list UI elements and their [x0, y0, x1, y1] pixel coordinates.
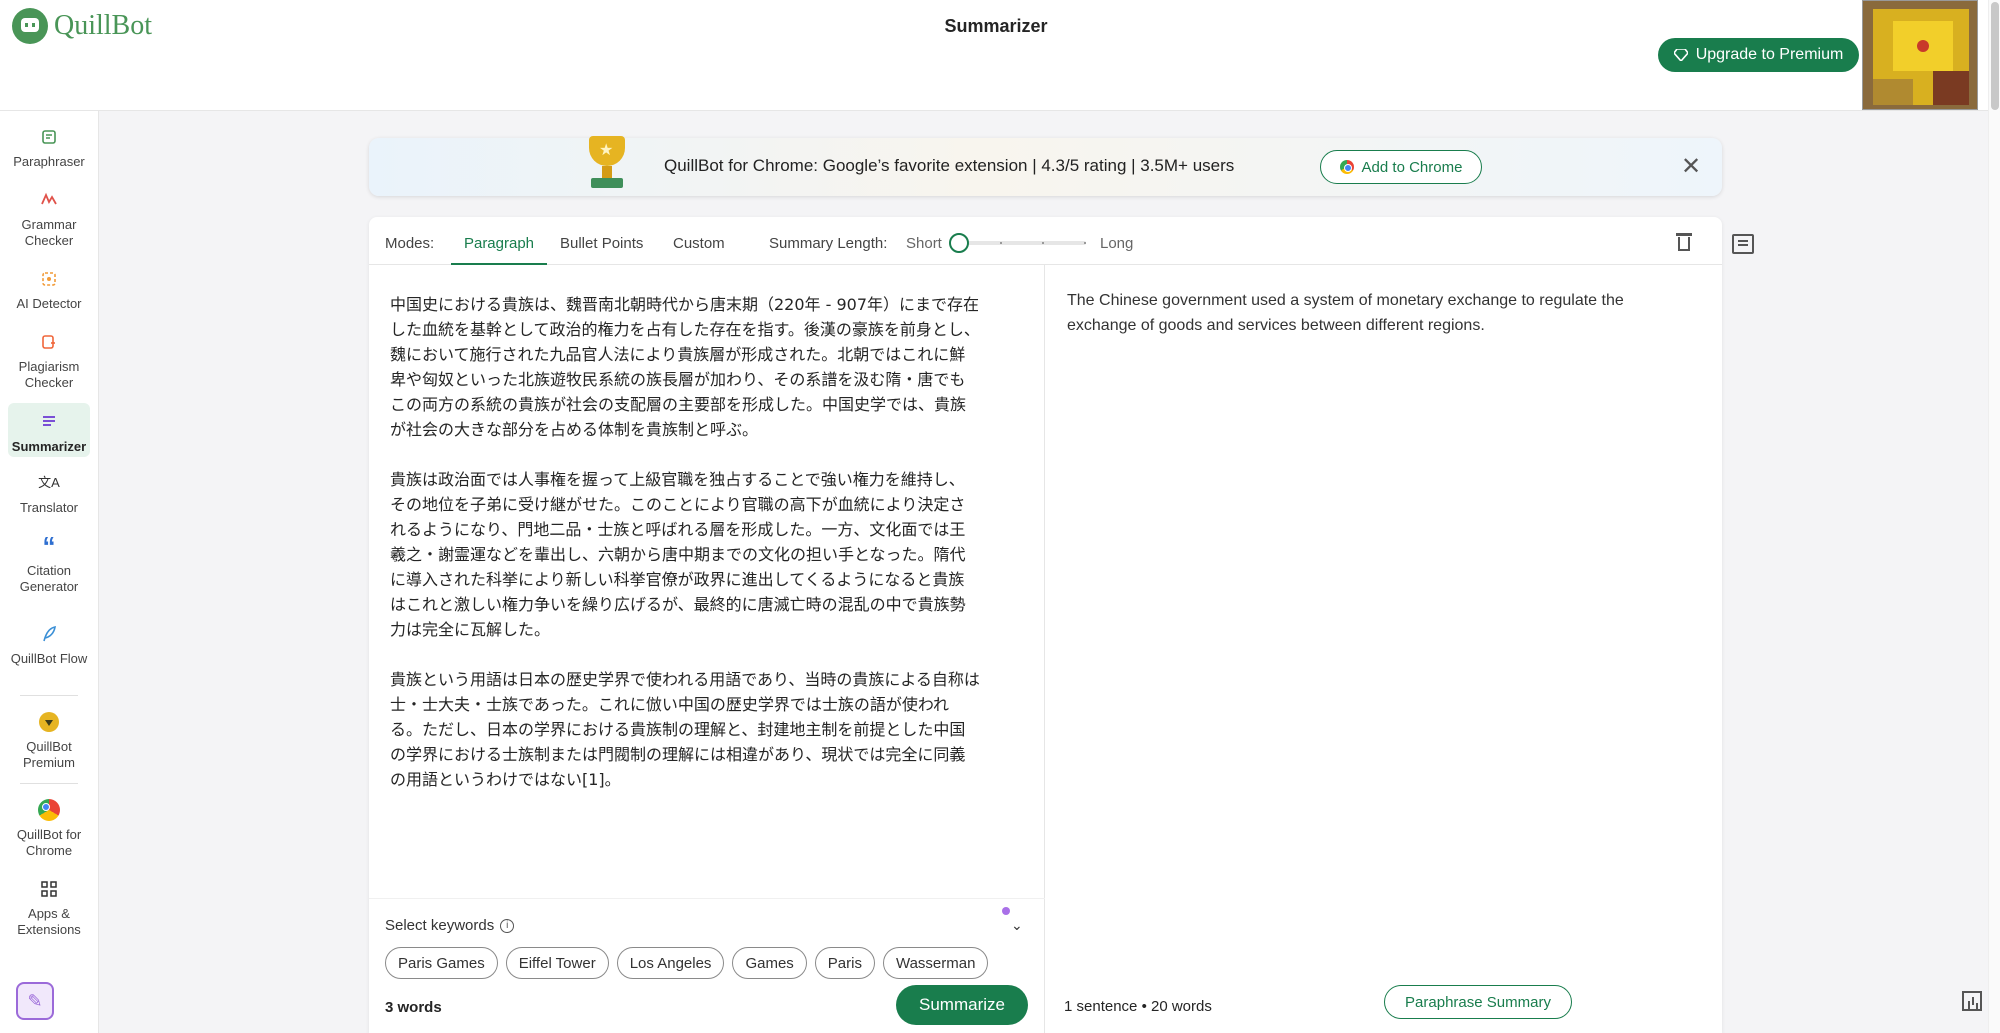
- banner-text: QuillBot for Chrome: Google’s favorite e…: [664, 156, 1235, 175]
- feather-icon: [38, 623, 60, 645]
- chrome-icon: [38, 799, 60, 821]
- sidebar-item-summarizer[interactable]: Summarizer: [8, 403, 90, 457]
- trophy-icon: [579, 132, 635, 192]
- paraphrase-summary-button[interactable]: Paraphrase Summary: [1384, 985, 1572, 1019]
- quote-icon: “: [42, 531, 56, 561]
- modes-label: Modes:: [385, 235, 435, 252]
- slider-handle[interactable]: [949, 233, 969, 253]
- sidebar-item-quillbot-premium[interactable]: QuillBot Premium: [8, 711, 90, 771]
- keyword-chip[interactable]: Games: [732, 947, 807, 979]
- sidebar-item-ai-detector[interactable]: AI Detector: [8, 268, 90, 312]
- input-pane[interactable]: 中国史における貴族は、魏晋南北朝時代から唐末期（220年 - 907年）にまで存…: [369, 265, 1045, 1033]
- comment-icon[interactable]: [1732, 234, 1754, 254]
- sidebar-item-label: QuillBot for Chrome: [16, 827, 82, 858]
- statistics-icon[interactable]: [1962, 991, 1982, 1011]
- add-to-chrome-label: Add to Chrome: [1361, 158, 1463, 176]
- input-paragraph: 貴族は政治面では人事権を握って上級官職を独占することで強い権力を維持し、その地位…: [390, 470, 966, 639]
- sentence-count: 1 sentence: [1064, 998, 1138, 1015]
- sidebar-item-citation-generator[interactable]: “ Citation Generator: [8, 531, 90, 595]
- tab-custom[interactable]: Custom: [673, 235, 725, 265]
- sidebar-item-label: Translator: [19, 500, 79, 515]
- ai-detector-icon: [38, 268, 60, 290]
- upgrade-premium-button[interactable]: Upgrade to Premium: [1658, 38, 1859, 72]
- chrome-extension-banner: QuillBot for Chrome: Google’s favorite e…: [369, 136, 1722, 196]
- sidebar-item-label: Citation Generator: [19, 563, 79, 594]
- paraphraser-icon: [38, 126, 60, 148]
- sidebar-divider: [20, 783, 78, 784]
- plagiarism-icon: [38, 331, 60, 353]
- summary-length-label: Summary Length:: [769, 235, 888, 252]
- sidebar-item-label: Grammar Checker: [21, 217, 77, 248]
- sidebar-divider: [20, 695, 78, 696]
- close-icon[interactable]: ✕: [1677, 152, 1705, 180]
- keyword-chip[interactable]: Wasserman: [882, 947, 989, 979]
- scrollbar[interactable]: [1988, 0, 2000, 1033]
- output-word-count: 20 words: [1150, 998, 1212, 1015]
- diamond-icon: [38, 711, 60, 733]
- output-stats: 1 sentence • 20 words: [1064, 998, 1212, 1015]
- summary-length-slider[interactable]: [960, 241, 1086, 245]
- summary-output[interactable]: The Chinese government used a system of …: [1067, 288, 1667, 338]
- avatar-image: [1863, 1, 1977, 109]
- chrome-icon: [1339, 160, 1354, 174]
- summarizer-card: Modes: Paragraph Bullet Points Custom Su…: [369, 217, 1982, 1033]
- keyword-chip[interactable]: Paris: [814, 947, 875, 979]
- grammar-icon: [38, 189, 60, 211]
- flow-shortcut-button[interactable]: ✎: [16, 982, 54, 1020]
- top-bar: QuillBot Summarizer Upgrade to Premium: [0, 0, 2000, 111]
- chevron-down-icon[interactable]: ⌄: [1011, 917, 1023, 934]
- sidebar-item-quillbot-flow[interactable]: QuillBot Flow: [8, 623, 90, 667]
- info-icon[interactable]: i: [500, 918, 515, 933]
- sidebar-item-label: QuillBot Premium: [22, 739, 75, 770]
- pen-icon: ✎: [27, 990, 43, 1011]
- keywords-title: Select keywords: [385, 917, 495, 934]
- length-long-label: Long: [1100, 235, 1134, 252]
- tab-paragraph[interactable]: Paragraph: [451, 235, 547, 265]
- avatar[interactable]: [1862, 0, 1978, 110]
- sidebar-item-label: AI Detector: [16, 296, 82, 311]
- sidebar-item-plagiarism-checker[interactable]: Plagiarism Checker: [8, 331, 90, 391]
- sidebar: Paraphraser Grammar Checker AI Detector …: [0, 111, 99, 1033]
- output-pane: The Chinese government used a system of …: [1046, 265, 1982, 1033]
- summarize-button[interactable]: Summarize: [896, 985, 1028, 1025]
- sidebar-item-quillbot-for-chrome[interactable]: QuillBot for Chrome: [8, 799, 90, 859]
- keyword-chips: Paris Games Eiffel Tower Los Angeles Gam…: [385, 947, 989, 979]
- length-short-label: Short: [906, 235, 942, 252]
- input-paragraph: 中国史における貴族は、魏晋南北朝時代から唐末期（220年 - 907年）にまで存…: [390, 295, 980, 439]
- input-text[interactable]: 中国史における貴族は、魏晋南北朝時代から唐末期（220年 - 907年）にまで存…: [390, 292, 980, 817]
- keyword-chip[interactable]: Eiffel Tower: [505, 947, 609, 979]
- select-keywords-toggle[interactable]: Select keywords i: [385, 917, 515, 934]
- diamond-icon: [1673, 49, 1688, 61]
- notification-dot: [1002, 907, 1010, 915]
- scrollbar-thumb[interactable]: [1991, 2, 1999, 110]
- keywords-section: Select keywords i ⌄ Paris Games Eiffel T…: [369, 898, 1045, 1033]
- sidebar-item-paraphraser[interactable]: Paraphraser: [8, 126, 90, 170]
- keyword-chip[interactable]: Los Angeles: [616, 947, 725, 979]
- modes-bar: Modes: Paragraph Bullet Points Custom Su…: [369, 217, 1722, 265]
- sidebar-item-label: Apps & Extensions: [17, 906, 81, 937]
- sidebar-item-apps-extensions[interactable]: Apps & Extensions: [8, 878, 90, 938]
- summarizer-icon: [38, 411, 60, 433]
- input-paragraph: 貴族という用語は日本の歴史学界で使われる用語であり、当時の貴族による自称は士・士…: [390, 670, 980, 789]
- bullet-separator: •: [1141, 998, 1151, 1015]
- trash-icon[interactable]: [1674, 231, 1694, 253]
- grid-icon: [38, 878, 60, 900]
- input-word-count: 3 words: [385, 999, 442, 1016]
- upgrade-label: Upgrade to Premium: [1695, 46, 1844, 63]
- add-to-chrome-button[interactable]: Add to Chrome: [1320, 150, 1482, 184]
- sidebar-item-grammar-checker[interactable]: Grammar Checker: [8, 189, 90, 249]
- sidebar-item-label: Paraphraser: [13, 154, 85, 169]
- sidebar-item-label: Plagiarism Checker: [18, 359, 80, 390]
- sidebar-item-label: Summarizer: [11, 439, 87, 454]
- keyword-chip[interactable]: Paris Games: [385, 947, 498, 979]
- sidebar-item-translator[interactable]: 文A Translator: [8, 472, 90, 516]
- translate-icon: 文A: [38, 475, 60, 490]
- tab-bullet-points[interactable]: Bullet Points: [560, 235, 643, 265]
- sidebar-item-label: QuillBot Flow: [10, 651, 88, 666]
- page-title: Summarizer: [944, 16, 1048, 36]
